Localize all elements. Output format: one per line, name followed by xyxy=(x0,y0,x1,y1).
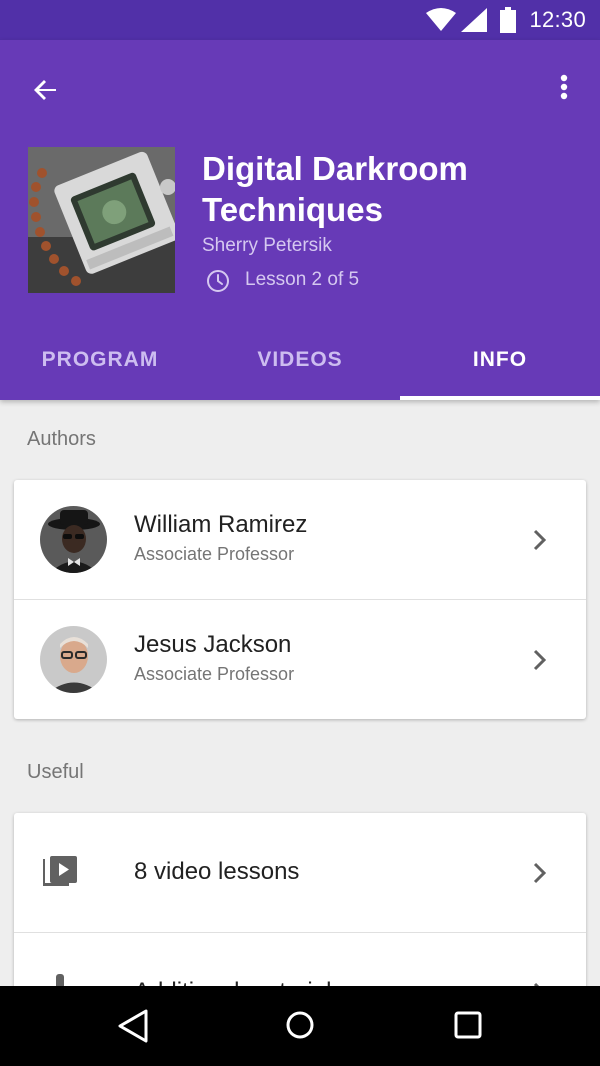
author-role: Associate Professor xyxy=(134,664,295,684)
chevron-right-icon xyxy=(533,529,547,551)
useful-item-label: 8 video lessons xyxy=(134,858,300,885)
author-role: Associate Professor xyxy=(134,544,295,564)
tab-program[interactable]: PROGRAM xyxy=(0,320,200,400)
navigation-bar xyxy=(0,986,600,1066)
tab-videos[interactable]: VIDEOS xyxy=(200,320,400,400)
course-thumbnail xyxy=(28,147,175,293)
tab-indicator xyxy=(400,396,600,400)
wifi-icon xyxy=(426,8,456,31)
back-button[interactable] xyxy=(24,68,68,112)
nav-back-icon[interactable] xyxy=(116,1008,150,1044)
avatar xyxy=(40,626,107,693)
nav-home-icon[interactable] xyxy=(284,1009,316,1041)
tab-bar: PROGRAM VIDEOS INFO xyxy=(0,320,600,400)
useful-row[interactable]: 8 video lessons xyxy=(14,813,586,933)
author-row[interactable]: William Ramirez Associate Professor xyxy=(14,480,586,600)
battery-icon xyxy=(500,7,516,33)
author-name: Jesus Jackson xyxy=(134,631,292,658)
avatar xyxy=(40,506,107,573)
useful-section-label: Useful xyxy=(27,761,84,783)
author-row[interactable]: Jesus Jackson Associate Professor xyxy=(14,600,586,719)
authors-card: William Ramirez Associate Professor Jesu… xyxy=(14,480,586,719)
overflow-menu-button[interactable] xyxy=(548,68,580,112)
arrow-back-icon xyxy=(34,80,56,100)
signal-icon xyxy=(461,8,487,32)
authors-section-label: Authors xyxy=(27,428,96,450)
tab-info[interactable]: INFO xyxy=(400,320,600,400)
video-library-icon xyxy=(43,856,77,886)
more-vert-icon xyxy=(560,74,568,100)
lesson-progress: Lesson 2 of 5 xyxy=(245,269,360,290)
course-author: Sherry Petersik xyxy=(202,235,332,256)
app-bar: Digital Darkroom Techniques Sherry Peter… xyxy=(0,40,600,400)
chevron-right-icon xyxy=(533,862,547,884)
nav-recents-icon[interactable] xyxy=(454,1011,482,1039)
course-title: Digital Darkroom Techniques xyxy=(202,150,468,228)
status-time: 12:30 xyxy=(529,7,586,32)
clock-icon xyxy=(207,270,229,292)
author-name: William Ramirez xyxy=(134,511,308,538)
status-bar: 12:30 xyxy=(0,0,600,40)
chevron-right-icon xyxy=(533,649,547,671)
